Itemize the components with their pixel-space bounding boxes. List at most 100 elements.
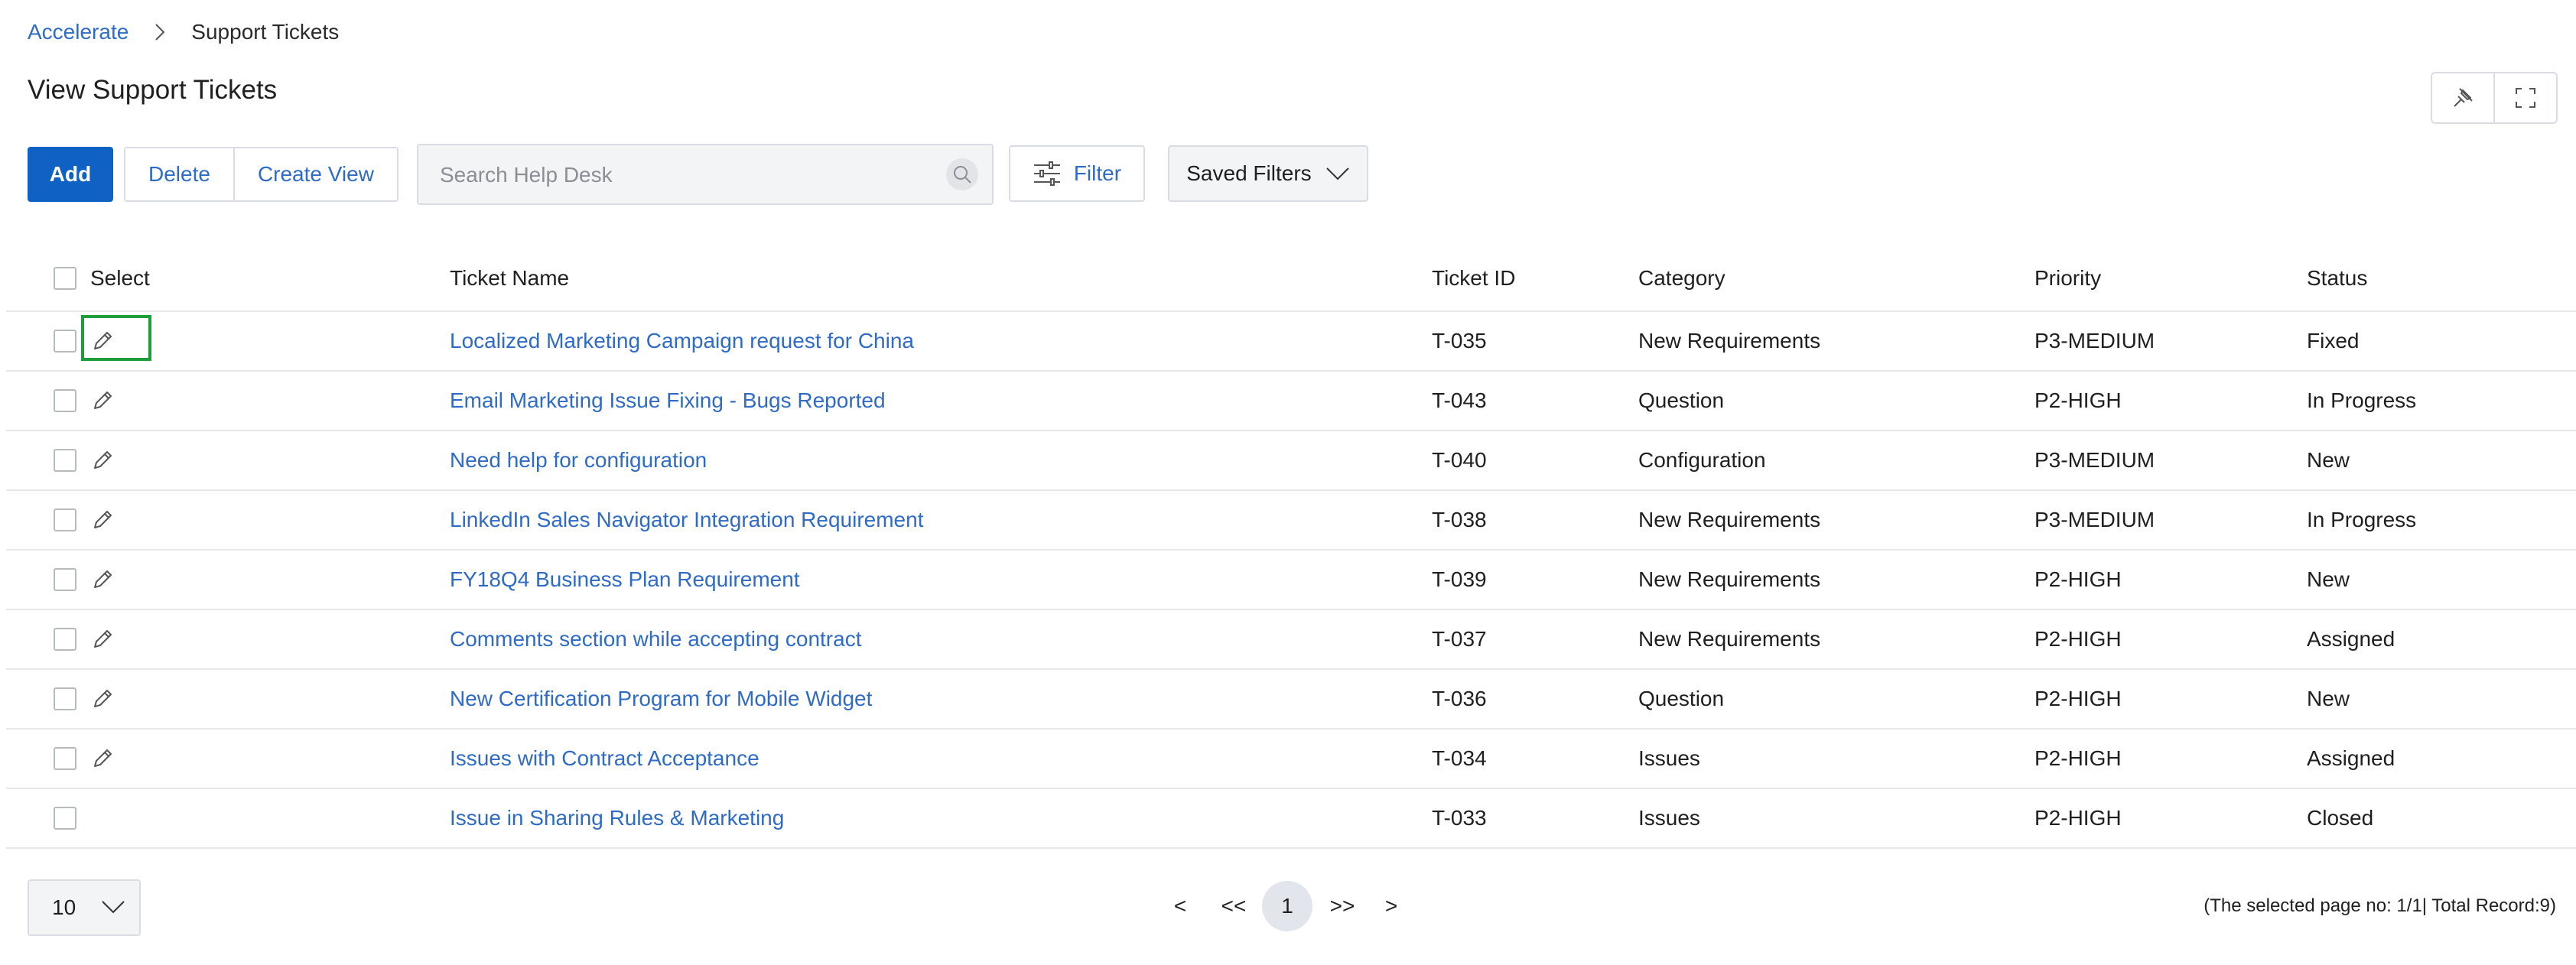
- page-1-button[interactable]: 1: [1262, 881, 1312, 931]
- pagination: < << 1 >> >: [1161, 879, 1410, 933]
- header-status[interactable]: Status: [2307, 246, 2367, 310]
- ticket-status: Fixed: [2307, 329, 2360, 353]
- edit-button[interactable]: [90, 431, 115, 489]
- next-page-button[interactable]: >: [1372, 879, 1410, 933]
- row-checkbox[interactable]: [54, 389, 76, 412]
- select-all-cell: [54, 246, 76, 310]
- last-page-button[interactable]: >>: [1317, 879, 1368, 933]
- ticket-status: Assigned: [2307, 746, 2395, 770]
- pencil-icon: [94, 690, 112, 707]
- select-all-checkbox[interactable]: [54, 267, 76, 290]
- row-checkbox[interactable]: [54, 449, 76, 472]
- pencil-icon: [94, 392, 112, 409]
- ticket-status: New: [2307, 567, 2350, 591]
- row-checkbox[interactable]: [54, 747, 76, 770]
- ticket-category: New Requirements: [1638, 567, 1821, 591]
- action-button-group: Delete Create View: [124, 147, 398, 202]
- tickets-table: Select Ticket Name Ticket ID Category Pr…: [6, 246, 2576, 849]
- edit-button[interactable]: [90, 551, 115, 609]
- edit-button[interactable]: [90, 610, 115, 668]
- table-row: New Certification Program for Mobile Wid…: [6, 670, 2576, 729]
- ticket-priority: P3-MEDIUM: [2034, 508, 2155, 531]
- pin-icon: [2454, 88, 2473, 107]
- edit-button[interactable]: [90, 372, 115, 430]
- search-icon: [953, 166, 971, 184]
- ticket-priority: P2-HIGH: [2034, 806, 2122, 830]
- saved-filters-label: Saved Filters: [1186, 161, 1312, 185]
- edit-button[interactable]: [90, 729, 115, 788]
- row-checkbox[interactable]: [54, 807, 76, 830]
- ticket-name-link[interactable]: Issues with Contract Acceptance: [450, 729, 759, 788]
- sliders-icon: [1033, 161, 1060, 186]
- ticket-id: T-039: [1432, 567, 1487, 591]
- ticket-category: New Requirements: [1638, 627, 1821, 651]
- ticket-priority: P2-HIGH: [2034, 687, 2122, 710]
- edit-button[interactable]: [90, 312, 115, 370]
- ticket-id: T-037: [1432, 627, 1487, 651]
- ticket-status: New: [2307, 448, 2350, 472]
- ticket-name-link[interactable]: LinkedIn Sales Navigator Integration Req…: [450, 491, 923, 549]
- pencil-icon: [94, 630, 112, 648]
- table-header: Select Ticket Name Ticket ID Category Pr…: [6, 246, 2576, 312]
- header-priority[interactable]: Priority: [2034, 246, 2101, 310]
- edit-button[interactable]: [90, 491, 115, 549]
- ticket-category: Question: [1638, 388, 1725, 412]
- first-page-button[interactable]: <<: [1208, 879, 1259, 933]
- chevron-right-icon: [155, 24, 165, 41]
- breadcrumb-root-link[interactable]: Accelerate: [28, 20, 128, 44]
- ticket-category: Issues: [1638, 746, 1700, 770]
- ticket-priority: P2-HIGH: [2034, 627, 2122, 651]
- header-ticket-id[interactable]: Ticket ID: [1432, 246, 1515, 310]
- ticket-category: Question: [1638, 687, 1725, 710]
- search-input[interactable]: [437, 145, 931, 205]
- ticket-name-link[interactable]: Email Marketing Issue Fixing - Bugs Repo…: [450, 372, 886, 430]
- header-category[interactable]: Category: [1638, 246, 1725, 310]
- ticket-id: T-035: [1432, 329, 1487, 353]
- delete-button[interactable]: Delete: [125, 148, 233, 200]
- ticket-status: In Progress: [2307, 508, 2417, 531]
- table-row: Localized Marketing Campaign request for…: [6, 312, 2576, 372]
- ticket-name-link[interactable]: Issue in Sharing Rules & Marketing: [450, 789, 784, 847]
- view-controls: [2431, 72, 2558, 124]
- row-checkbox[interactable]: [54, 568, 76, 591]
- table-row: Comments section while accepting contrac…: [6, 610, 2576, 670]
- ticket-name-link[interactable]: Localized Marketing Campaign request for…: [450, 312, 914, 370]
- breadcrumb-current: Support Tickets: [191, 20, 340, 44]
- row-checkbox[interactable]: [54, 508, 76, 531]
- pencil-icon: [94, 570, 112, 588]
- saved-filters-dropdown[interactable]: Saved Filters: [1167, 145, 1368, 202]
- add-button[interactable]: Add: [28, 147, 113, 202]
- ticket-name-link[interactable]: Need help for configuration: [450, 431, 707, 489]
- ticket-category: Configuration: [1638, 448, 1766, 472]
- fullscreen-button[interactable]: [2493, 73, 2556, 122]
- header-ticket-name[interactable]: Ticket Name: [450, 246, 569, 310]
- pencil-icon: [94, 451, 112, 469]
- ticket-id: T-034: [1432, 746, 1487, 770]
- ticket-priority: P3-MEDIUM: [2034, 448, 2155, 472]
- ticket-status: Assigned: [2307, 627, 2395, 651]
- ticket-category: New Requirements: [1638, 329, 1821, 353]
- ticket-category: Issues: [1638, 806, 1700, 830]
- ticket-priority: P2-HIGH: [2034, 567, 2122, 591]
- record-info: (The selected page no: 1/1| Total Record…: [2204, 895, 2556, 916]
- row-checkbox[interactable]: [54, 628, 76, 651]
- search-button[interactable]: [945, 158, 978, 190]
- pin-button[interactable]: [2432, 73, 2493, 122]
- ticket-priority: P2-HIGH: [2034, 746, 2122, 770]
- ticket-name-link[interactable]: New Certification Program for Mobile Wid…: [450, 670, 872, 728]
- toolbar: Add Delete Create View Filter Saved Filt…: [28, 144, 1368, 206]
- page-size-select[interactable]: 10: [28, 879, 141, 936]
- prev-page-button[interactable]: <: [1161, 879, 1199, 933]
- edit-button[interactable]: [90, 670, 115, 728]
- page-title: View Support Tickets: [28, 75, 278, 105]
- row-checkbox[interactable]: [54, 687, 76, 710]
- filter-button[interactable]: Filter: [1008, 145, 1145, 202]
- ticket-name-link[interactable]: Comments section while accepting contrac…: [450, 610, 861, 668]
- header-select: Select: [90, 266, 150, 290]
- row-checkbox[interactable]: [54, 330, 76, 353]
- ticket-priority: P3-MEDIUM: [2034, 329, 2155, 353]
- ticket-id: T-040: [1432, 448, 1487, 472]
- ticket-name-link[interactable]: FY18Q4 Business Plan Requirement: [450, 551, 800, 609]
- create-view-button[interactable]: Create View: [233, 148, 397, 200]
- ticket-status: New: [2307, 687, 2350, 710]
